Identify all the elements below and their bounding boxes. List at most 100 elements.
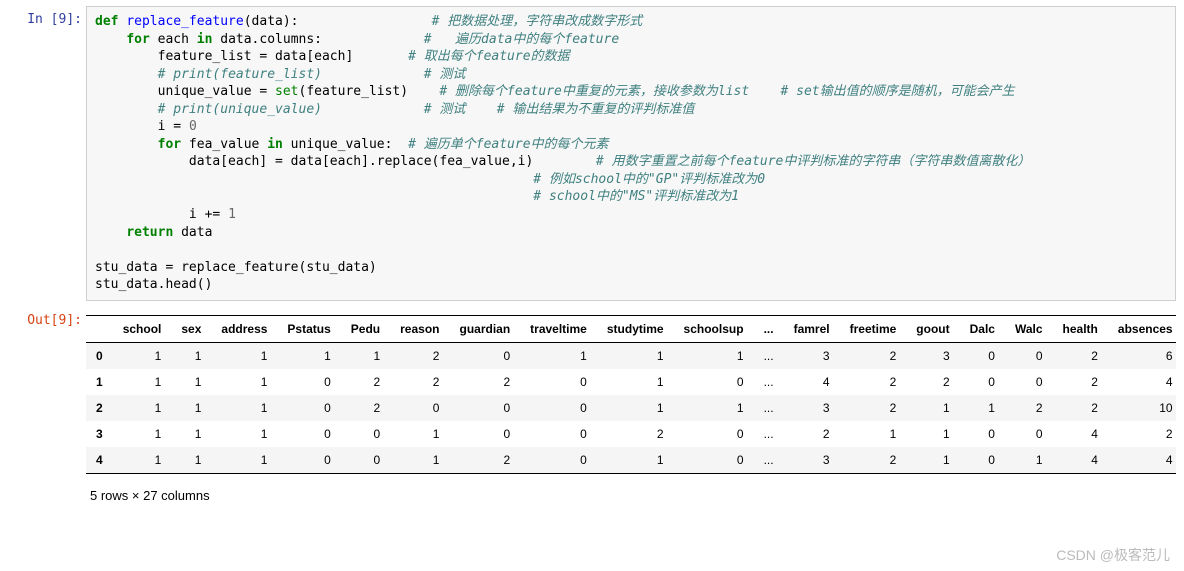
table-cell: 0 [520, 421, 597, 447]
table-cell: 0 [960, 421, 1005, 447]
row-index: 4 [86, 447, 113, 474]
column-header: sex [171, 315, 211, 342]
dataframe-table: schoolsexaddressPstatusPedureasonguardia… [86, 315, 1176, 474]
table-cell: 1 [597, 447, 674, 474]
index-header [86, 315, 113, 342]
code-content: def replace_feature(data): # 把数据处理，字符串改成… [95, 13, 1167, 294]
table-row: 31110010020...211004230 [86, 421, 1176, 447]
table-cell: 1 [906, 395, 959, 421]
input-prompt: In [9]: [8, 6, 86, 35]
column-header: guardian [449, 315, 520, 342]
table-cell: 0 [277, 369, 340, 395]
column-header: address [211, 315, 277, 342]
table-cell: 0 [1005, 342, 1053, 369]
table-cell: 0 [960, 447, 1005, 474]
column-header: freetime [840, 315, 907, 342]
column-header: school [113, 315, 172, 342]
table-row: 21110200011...3211221011 [86, 395, 1176, 421]
table-cell: 1 [113, 447, 172, 474]
table-cell: 1 [113, 369, 172, 395]
table-cell: 0 [277, 395, 340, 421]
table-cell: 1 [171, 447, 211, 474]
table-cell: 2 [597, 421, 674, 447]
row-index: 2 [86, 395, 113, 421]
row-index: 3 [86, 421, 113, 447]
dataframe-output: schoolsexaddressPstatusPedureasonguardia… [86, 307, 1176, 507]
table-cell: 3 [784, 342, 840, 369]
column-header: absences [1108, 315, 1176, 342]
table-cell: 0 [520, 369, 597, 395]
table-cell: 2 [906, 369, 959, 395]
table-cell: 1 [171, 421, 211, 447]
output-body: schoolsexaddressPstatusPedureasonguardia… [86, 307, 1176, 507]
table-cell: 2 [840, 369, 907, 395]
table-cell: 0 [341, 421, 390, 447]
table-cell: ... [754, 395, 784, 421]
column-header: ... [754, 315, 784, 342]
table-cell: 2 [784, 421, 840, 447]
table-cell: 0 [277, 421, 340, 447]
row-index: 1 [86, 369, 113, 395]
table-cell: 1 [171, 369, 211, 395]
table-body: 01111120111...32300261111110222010...422… [86, 342, 1176, 473]
table-cell: 0 [674, 421, 754, 447]
table-row: 01111120111...323002611 [86, 342, 1176, 369]
column-header: reason [390, 315, 449, 342]
table-cell: 0 [960, 369, 1005, 395]
table-cell: 1 [113, 342, 172, 369]
table-cell: 0 [341, 447, 390, 474]
column-header: schoolsup [674, 315, 754, 342]
table-cell: 2 [1053, 369, 1108, 395]
output-prompt: Out[9]: [8, 307, 86, 336]
table-cell: 2 [390, 369, 449, 395]
table-cell: 2 [341, 395, 390, 421]
column-header: studytime [597, 315, 674, 342]
table-cell: 2 [390, 342, 449, 369]
column-header: goout [906, 315, 959, 342]
table-cell: 1 [211, 369, 277, 395]
table-cell: 2 [1053, 395, 1108, 421]
table-cell: 1 [520, 342, 597, 369]
input-cell: In [9]: def replace_feature(data): # 把数据… [8, 6, 1176, 301]
table-row: 11110222010...422002411 [86, 369, 1176, 395]
table-cell: 0 [520, 395, 597, 421]
table-cell: 2 [449, 447, 520, 474]
table-cell: 10 [1108, 395, 1176, 421]
table-cell: 0 [520, 447, 597, 474]
table-cell: 1 [597, 395, 674, 421]
table-cell: 4 [1053, 421, 1108, 447]
column-header: traveltime [520, 315, 597, 342]
table-cell: 1 [674, 342, 754, 369]
column-header: Pstatus [277, 315, 340, 342]
watermark: CSDN @极客范儿 [1056, 545, 1170, 565]
table-cell: 2 [840, 447, 907, 474]
column-header: health [1053, 315, 1108, 342]
table-cell: 1 [597, 369, 674, 395]
table-cell: 4 [1108, 447, 1176, 474]
table-cell: 1 [211, 447, 277, 474]
table-cell: 2 [1053, 342, 1108, 369]
table-cell: 1 [390, 421, 449, 447]
table-cell: 2 [449, 369, 520, 395]
table-cell: 1 [171, 395, 211, 421]
table-cell: 1 [113, 395, 172, 421]
column-header: Walc [1005, 315, 1053, 342]
column-header: Pedu [341, 315, 390, 342]
table-cell: 2 [1108, 421, 1176, 447]
table-header-row: schoolsexaddressPstatusPedureasonguardia… [86, 315, 1176, 342]
row-index: 0 [86, 342, 113, 369]
jupyter-notebook: In [9]: def replace_feature(data): # 把数据… [0, 0, 1184, 519]
table-cell: 4 [1053, 447, 1108, 474]
table-cell: 0 [674, 447, 754, 474]
table-cell: 3 [784, 447, 840, 474]
column-header: Dalc [960, 315, 1005, 342]
table-cell: 0 [960, 342, 1005, 369]
code-editor[interactable]: def replace_feature(data): # 把数据处理，字符串改成… [86, 6, 1176, 301]
column-header: famrel [784, 315, 840, 342]
table-cell: 1 [211, 342, 277, 369]
table-cell: 6 [1108, 342, 1176, 369]
table-cell: 2 [840, 395, 907, 421]
table-cell: 1 [1005, 447, 1053, 474]
table-cell: 0 [449, 395, 520, 421]
table-cell: 1 [277, 342, 340, 369]
